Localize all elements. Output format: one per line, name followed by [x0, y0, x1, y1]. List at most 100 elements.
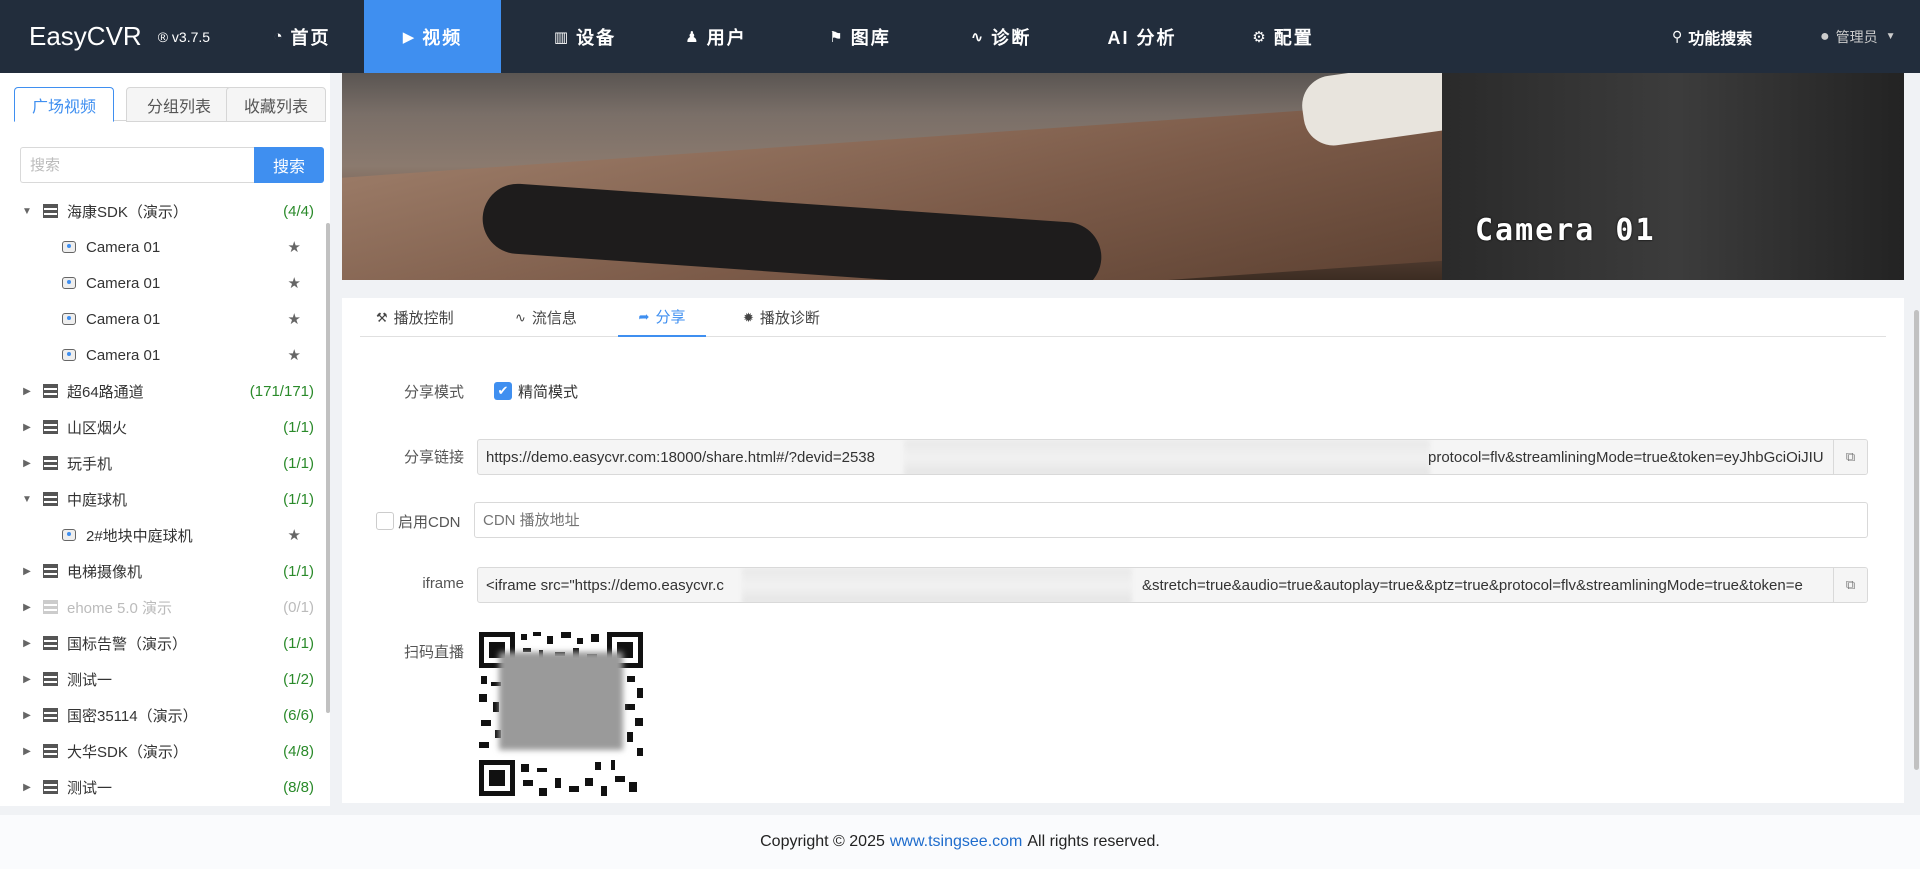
- tree-group[interactable]: ▶ 超64路通道 (171/171): [0, 373, 326, 409]
- cdn-checkbox[interactable]: [376, 512, 394, 530]
- copy-icon[interactable]: ⧉: [1833, 440, 1867, 474]
- tree-group[interactable]: ▶ 测试一 (8/8): [0, 769, 326, 805]
- function-search-button[interactable]: ⚲ 功能搜索: [1672, 0, 1752, 73]
- nav-item-device[interactable]: ▥ 设备: [525, 0, 645, 73]
- caret-right-icon[interactable]: ▶: [20, 674, 34, 685]
- tree-group-label: 大华SDK（演示）: [67, 743, 188, 761]
- video-player[interactable]: Camera 01: [342, 73, 1904, 280]
- brand[interactable]: EasyCVR ® v3.7.5: [29, 0, 210, 73]
- user-icon: ♟: [685, 28, 701, 46]
- caret-right-icon[interactable]: ▶: [20, 638, 34, 649]
- nav-item-label: 设备: [576, 27, 617, 48]
- alarm-icon: ⚑: [829, 28, 845, 46]
- tree-group[interactable]: ▶ ehome 5.0 演示 (0/1): [0, 589, 326, 625]
- nav-item-label: 诊断: [991, 27, 1032, 48]
- nav-item-ai-analysis[interactable]: AI 分析: [1082, 0, 1202, 73]
- pulse-icon: ∿: [970, 28, 986, 46]
- tab-group-list[interactable]: 分组列表: [126, 87, 232, 122]
- nav-item-diagnose[interactable]: ∿ 诊断: [941, 0, 1061, 73]
- tab-label: 流信息: [531, 310, 577, 327]
- tab-stream-info[interactable]: ∿ 流信息: [515, 298, 577, 337]
- server-icon: [43, 204, 58, 218]
- function-search-label: 功能搜索: [1688, 30, 1753, 48]
- wrench-icon: ⚒: [376, 309, 388, 325]
- nav-item-video[interactable]: ▶ 视频: [364, 0, 501, 73]
- nav-item-home[interactable]: ◔ 首页: [242, 0, 362, 73]
- tree-group[interactable]: ▶ 玩手机 (1/1): [0, 445, 326, 481]
- caret-right-icon[interactable]: ▶: [20, 458, 34, 469]
- search-input[interactable]: [20, 147, 254, 183]
- company-link[interactable]: www.tsingsee.com: [890, 833, 1023, 851]
- star-icon[interactable]: ★: [288, 238, 301, 256]
- caret-right-icon[interactable]: ▶: [20, 746, 34, 757]
- chevron-down-icon: ▼: [1885, 31, 1896, 42]
- star-icon[interactable]: ★: [288, 526, 301, 544]
- tree-group-label: 玩手机: [67, 455, 113, 473]
- caret-right-icon[interactable]: ▶: [20, 386, 34, 397]
- sidebar-search: 搜索: [20, 147, 324, 183]
- share-icon: ➦: [638, 308, 650, 324]
- tree-camera[interactable]: Camera 01 ★: [0, 337, 326, 373]
- share-mode-label: 分享模式: [403, 383, 464, 401]
- tab-playback-diagnosis[interactable]: ✹ 播放诊断: [743, 298, 820, 337]
- iframe-code-field[interactable]: <iframe src="https://demo.easycvr.c &str…: [477, 567, 1868, 603]
- tree-group[interactable]: ▶ 国密35114（演示） (6/6): [0, 697, 326, 733]
- sidebar-tabs: 广场视频 分组列表 收藏列表: [14, 87, 326, 122]
- server-icon: [43, 780, 58, 794]
- tree-group[interactable]: ▶ 国标告警（演示） (1/1): [0, 625, 326, 661]
- tree-group-label: ehome 5.0 演示: [67, 599, 173, 617]
- share-link-text-left: https://demo.easycvr.com:18000/share.htm…: [486, 448, 875, 466]
- copyright-text: Copyright © 2025: [760, 833, 885, 850]
- caret-right-icon[interactable]: ▶: [20, 782, 34, 793]
- caret-down-icon[interactable]: ▼: [20, 206, 34, 217]
- tree-group[interactable]: ▶ 山区烟火 (1/1): [0, 409, 326, 445]
- nav-item-label: 视频: [422, 27, 463, 48]
- tree-group[interactable]: ▶ 电梯摄像机 (1/1): [0, 553, 326, 589]
- tree-group[interactable]: ▶ 大华SDK（演示） (4/8): [0, 733, 326, 769]
- nav-item-gallery[interactable]: ⚑ 图库: [800, 0, 920, 73]
- tree-group-label: 中庭球机: [67, 491, 128, 509]
- tree-camera[interactable]: 2#地块中庭球机 ★: [0, 517, 326, 553]
- copy-icon[interactable]: ⧉: [1833, 568, 1867, 602]
- caret-right-icon[interactable]: ▶: [20, 710, 34, 721]
- caret-down-icon[interactable]: ▼: [20, 494, 34, 505]
- tree-group[interactable]: ▼ 中庭球机 (1/1): [0, 481, 326, 517]
- tree-group[interactable]: ▼ 海康SDK（演示） (4/4): [0, 193, 326, 229]
- tab-favorites[interactable]: 收藏列表: [226, 87, 326, 122]
- rights-text: All rights reserved.: [1027, 833, 1160, 850]
- main-scrollbar[interactable]: [1914, 310, 1919, 770]
- tree-group[interactable]: ▶ 测试一 (1/2): [0, 661, 326, 697]
- tree-camera[interactable]: Camera 01 ★: [0, 265, 326, 301]
- share-link-field[interactable]: https://demo.easycvr.com:18000/share.htm…: [477, 439, 1868, 475]
- share-link-label: 分享链接: [403, 449, 464, 466]
- star-icon[interactable]: ★: [288, 274, 301, 292]
- tab-square-video[interactable]: 广场视频: [14, 87, 114, 122]
- cdn-url-input[interactable]: [474, 502, 1868, 538]
- simple-mode-checkbox[interactable]: ✔: [494, 382, 512, 400]
- user-menu[interactable]: ● 管理员 ▼: [1820, 0, 1896, 73]
- tree-group-count: (1/1): [283, 454, 314, 472]
- star-icon[interactable]: ★: [288, 346, 301, 364]
- tree-group-count: (1/1): [283, 634, 314, 652]
- tree-group-label: 测试一: [67, 779, 113, 797]
- tab-playback-control[interactable]: ⚒ 播放控制: [376, 298, 454, 337]
- sidebar-scrollbar[interactable]: [326, 223, 330, 713]
- camera-icon: [62, 241, 76, 253]
- caret-right-icon[interactable]: ▶: [20, 422, 34, 433]
- search-button[interactable]: 搜索: [254, 147, 324, 183]
- nav-item-user[interactable]: ♟ 用户: [656, 0, 776, 73]
- tree-camera-label: Camera 01: [86, 274, 161, 292]
- device-icon: ▥: [553, 28, 571, 46]
- nav-item-config[interactable]: ⚙ 配置: [1223, 0, 1343, 73]
- tree-camera[interactable]: Camera 01 ★: [0, 229, 326, 265]
- server-icon: [43, 600, 58, 614]
- star-icon[interactable]: ★: [288, 310, 301, 328]
- dashboard-icon: ◔: [273, 28, 285, 45]
- caret-right-icon[interactable]: ▶: [20, 566, 34, 577]
- caret-right-icon[interactable]: ▶: [20, 602, 34, 613]
- tree-group-label: 电梯摄像机: [67, 563, 143, 581]
- gear-icon: ⚙: [1252, 28, 1268, 46]
- tree-camera[interactable]: Camera 01 ★: [0, 301, 326, 337]
- tab-share[interactable]: ➦ 分享: [618, 298, 706, 337]
- tree-group-label: 超64路通道: [67, 383, 144, 401]
